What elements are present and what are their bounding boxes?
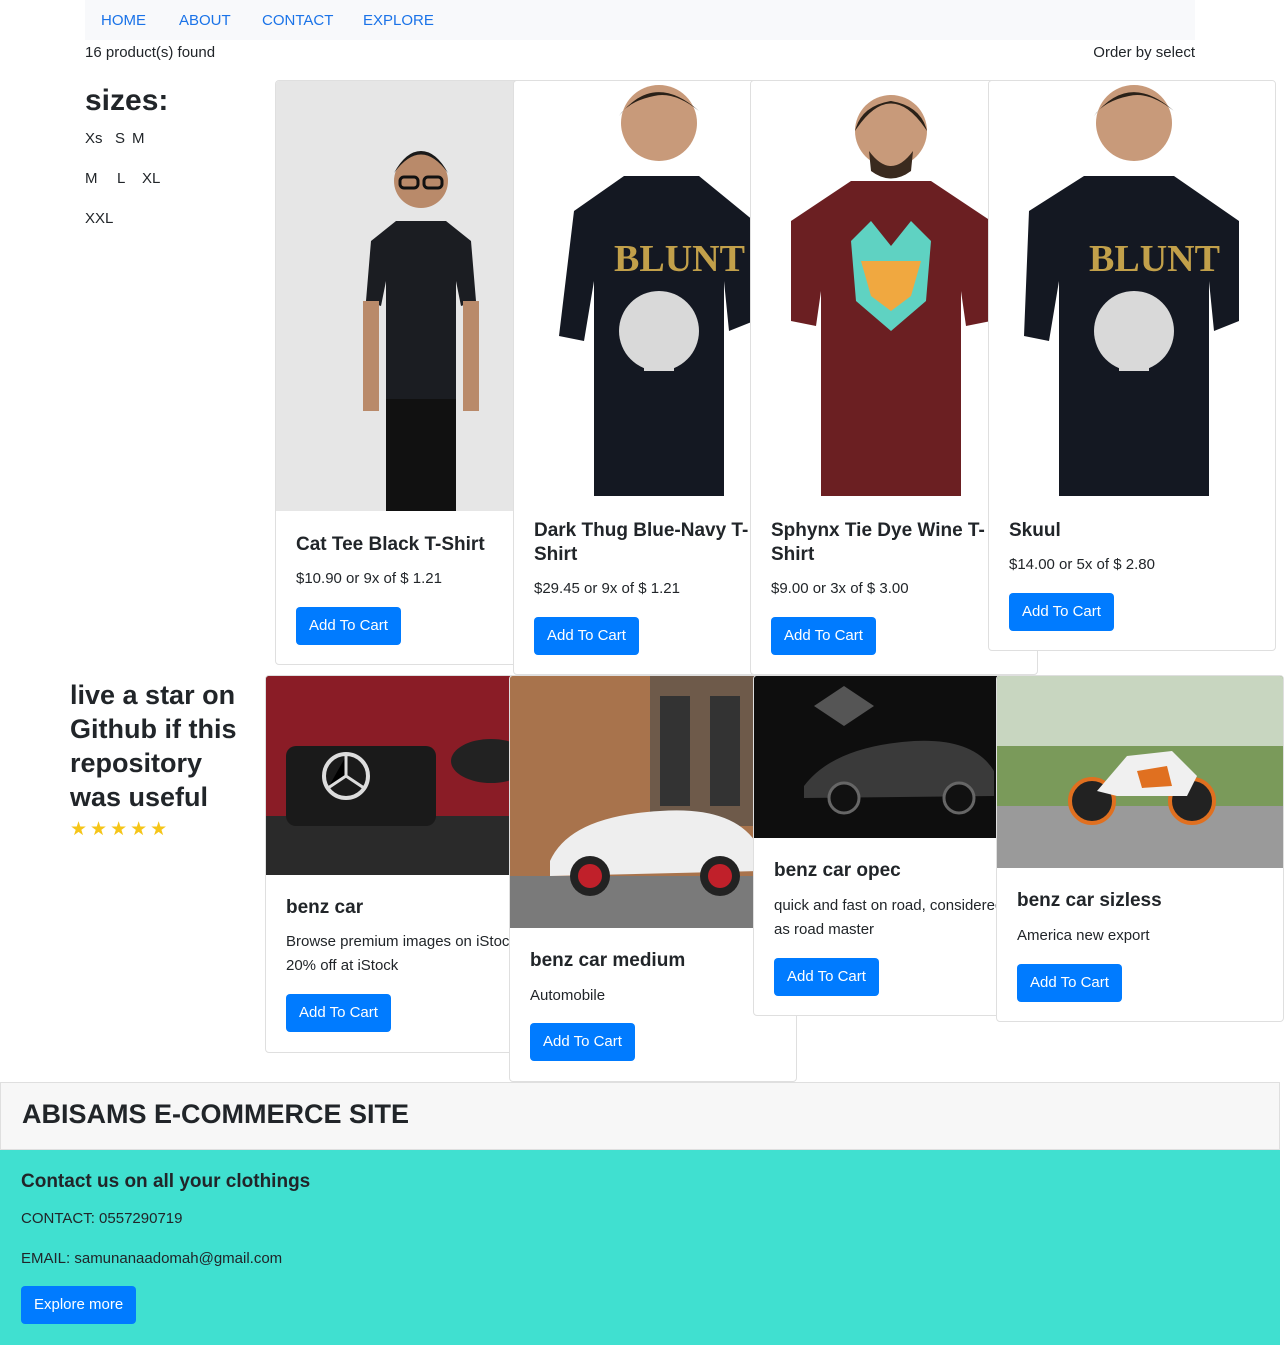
product-image [997,676,1283,868]
product-title: benz car sizless [1017,890,1162,911]
product-price: $10.90 or 9x of $ 1.21 [296,570,442,587]
explore-more-button[interactable]: Explore more [21,1286,137,1324]
model-illustration: BLUNT [1024,85,1239,496]
footer-header: ABISAMS E-COMMERCE SITE [0,1082,1280,1150]
size-option-xxl[interactable]: XXL [85,210,113,227]
product-title: benz car [286,897,364,918]
product-image: BLUNT [514,81,774,497]
products-found-count: 16 product(s) found [85,44,216,61]
contact-email: EMAIL: samunanaadomah@gmail.com [21,1250,283,1267]
add-to-cart-button[interactable]: Add To Cart [534,617,639,655]
product-price: $14.00 or 5x of $ 2.80 [1009,556,1155,573]
size-option-m[interactable]: M [132,130,145,147]
size-option-xs[interactable]: Xs [85,130,103,147]
product-description: Browse premium images on iStock | 20% of… [286,933,525,974]
motorbike-illustration [997,676,1283,868]
nav-home-link[interactable]: HOME [101,12,146,29]
sizes-heading: sizes: [85,84,169,117]
order-by-select[interactable]: Order by select [1093,44,1195,61]
product-price: $29.45 or 9x of $ 1.21 [534,580,680,597]
product-title: Cat Tee Black T-Shirt [296,534,485,555]
svg-text:BLUNT: BLUNT [614,238,745,280]
product-title: benz car medium [530,950,686,971]
product-description: America new export [1017,927,1150,944]
nav-contact-link[interactable]: CONTACT [262,12,333,29]
product-card: BLUNT Dark Thug Blue-Navy T-Shirt $29.45… [513,80,775,675]
product-price: $9.00 or 3x of $ 3.00 [771,580,909,597]
svg-text:BLUNT: BLUNT [1089,238,1220,280]
github-star-message: live a star on Github if this repository… [70,680,237,812]
add-to-cart-button[interactable]: Add To Cart [1009,593,1114,631]
contact-phone: CONTACT: 0557290719 [21,1210,183,1227]
model-illustration [363,151,479,511]
add-to-cart-button[interactable]: Add To Cart [774,958,879,996]
product-title: Dark Thug Blue-Navy T-Shirt [534,520,749,565]
footer-subtitle: Contact us on all your clothings [21,1171,311,1192]
size-option-s[interactable]: S [115,130,125,147]
product-card: benz car sizless America new export Add … [996,675,1284,1022]
site-title: ABISAMS E-COMMERCE SITE [22,1099,410,1129]
add-to-cart-button[interactable]: Add To Cart [296,607,401,645]
add-to-cart-button[interactable]: Add To Cart [530,1023,635,1061]
size-option-l[interactable]: L [117,170,125,187]
footer-body: Contact us on all your clothings CONTACT… [0,1150,1280,1345]
product-card: Cat Tee Black T-Shirt $10.90 or 9x of $ … [275,80,537,665]
nav-about-link[interactable]: ABOUT [179,12,231,29]
product-description: quick and fast on road, considered as ro… [774,897,1004,938]
top-navbar: HOME ABOUT CONTACT EXPLORE [85,0,1195,40]
product-image [276,81,536,511]
star-rating-icon: ★★★★★ [70,819,171,840]
nav-explore-link[interactable]: EXPLORE [363,12,434,29]
add-to-cart-button[interactable]: Add To Cart [1017,964,1122,1002]
product-title: Sphynx Tie Dye Wine T-Shirt [771,520,985,565]
size-option-xl[interactable]: XL [142,170,160,187]
product-image: BLUNT [989,81,1275,497]
add-to-cart-button[interactable]: Add To Cart [771,617,876,655]
size-option-m[interactable]: M [85,170,98,187]
product-card: BLUNT Skuul $14.00 or 5x of $ 2.80 Add T… [988,80,1276,651]
model-illustration: BLUNT [559,85,754,496]
add-to-cart-button[interactable]: Add To Cart [286,994,391,1032]
product-title: benz car opec [774,860,901,881]
product-description: Automobile [530,987,606,1004]
product-title: Skuul [1009,520,1061,541]
